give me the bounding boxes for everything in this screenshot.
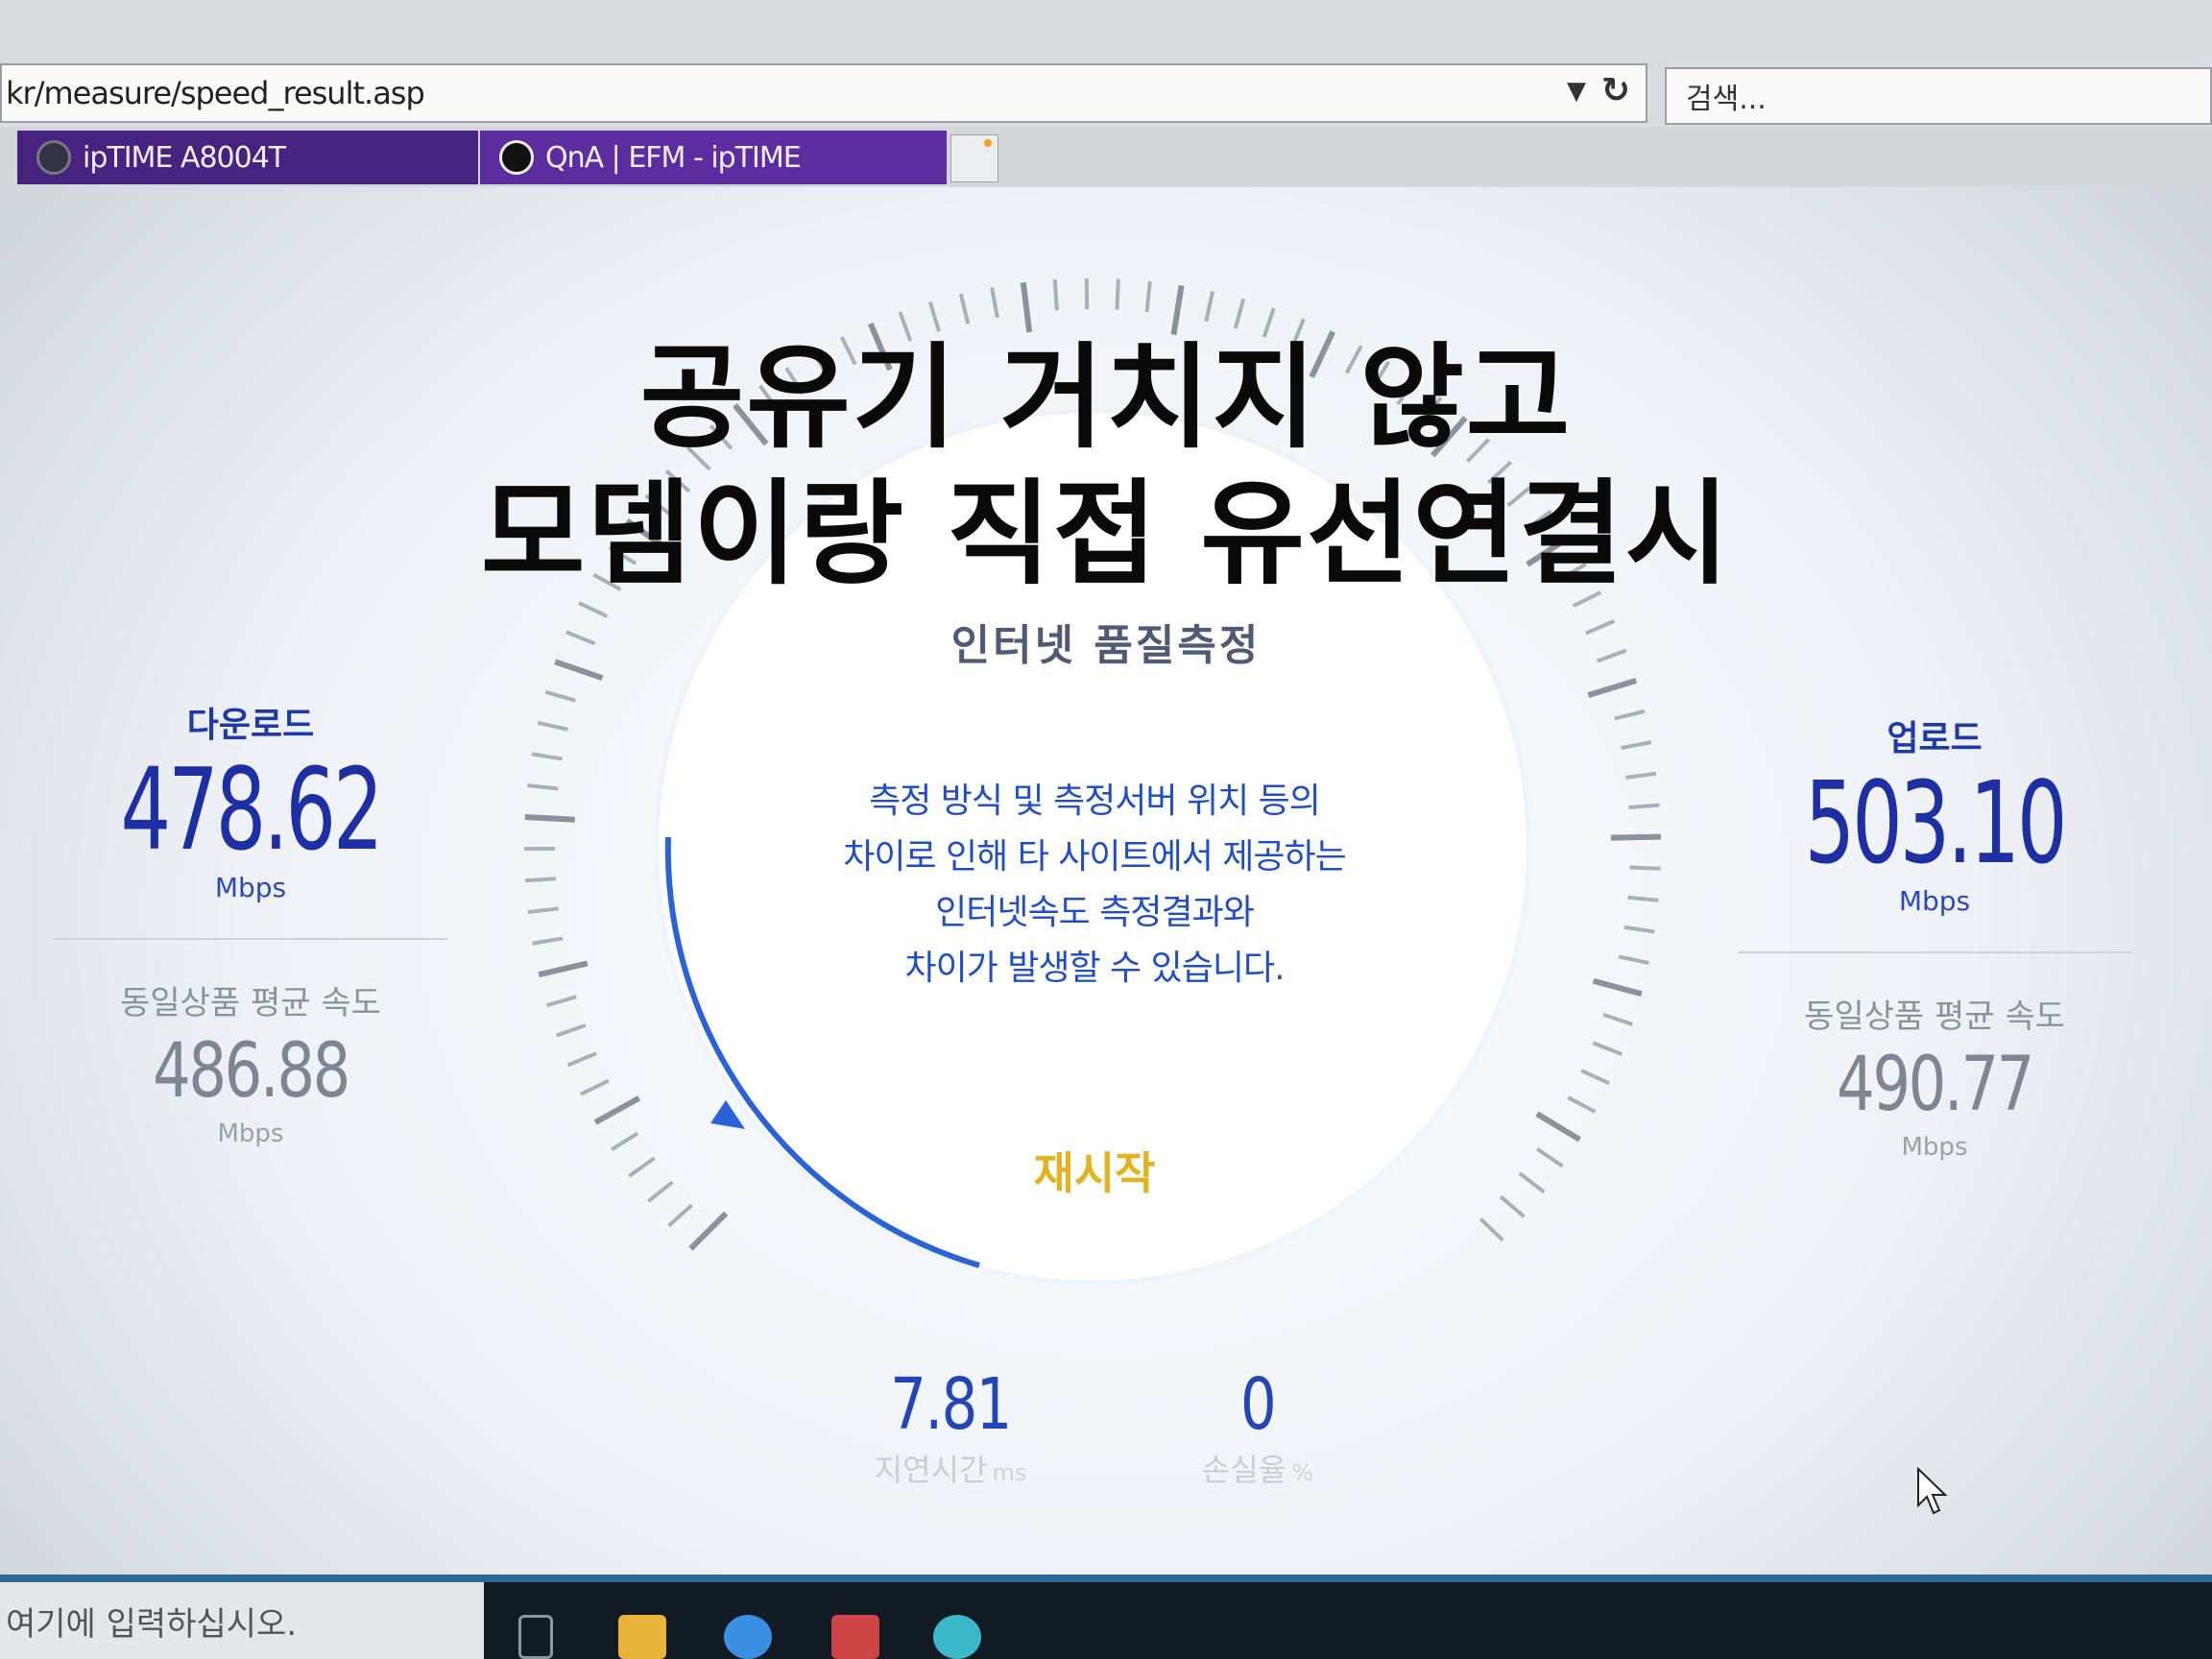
- restart-button[interactable]: 재시작: [998, 1139, 1190, 1200]
- gauge-tick: [1536, 1147, 1564, 1168]
- download-panel: 다운로드 478.62 Mbps 동일상품 평균 속도 486.88 Mbps: [54, 697, 447, 1148]
- gauge-tick: [1580, 1069, 1611, 1086]
- upload-label: 업로드: [1887, 719, 1983, 758]
- loss-value: 0: [1239, 1363, 1277, 1446]
- download-label: 다운로드: [186, 706, 315, 745]
- gauge-tick: [1625, 771, 1657, 780]
- gauge-tick: [537, 720, 568, 732]
- mouse-cursor-icon: [1917, 1467, 1948, 1515]
- gauge-tick: [1587, 678, 1638, 698]
- gauge-tick: [1621, 740, 1652, 750]
- latency-metric: 7.81 지연시간 ms: [845, 1363, 1056, 1490]
- gauge-tick: [628, 1156, 656, 1178]
- loss-label: 손실율: [1201, 1452, 1287, 1488]
- gauge-tick: [1614, 709, 1646, 721]
- gauge-tick: [1610, 833, 1661, 841]
- loss-unit: %: [1291, 1459, 1314, 1486]
- gauge-tick: [524, 877, 557, 883]
- download-value: 478.62: [120, 743, 384, 876]
- gauge-tick: [532, 936, 564, 946]
- gauge-tick: [1518, 1171, 1546, 1194]
- file-explorer-icon[interactable]: [618, 1615, 666, 1659]
- upload-avg-value: 490.77: [1837, 1042, 2034, 1128]
- download-unit: Mbps: [214, 872, 287, 903]
- gauge-tick: [688, 1211, 729, 1251]
- gauge-tick: [610, 1131, 639, 1152]
- gauge-tick: [593, 1095, 641, 1125]
- internet-explorer-icon[interactable]: [724, 1615, 772, 1659]
- gauge-tick: [527, 783, 559, 791]
- taskbar-edge: [0, 1575, 2212, 1582]
- notice-line: 측정 방식 및 측정서버 위치 등의: [869, 781, 1321, 821]
- gauge-tick: [1535, 1111, 1581, 1142]
- gauge-tick: [1628, 803, 1660, 809]
- download-avg-unit: Mbps: [217, 1119, 284, 1148]
- gauge-tick: [1623, 925, 1655, 934]
- gauge-tick: [545, 995, 577, 1008]
- upload-avg-unit: Mbps: [1901, 1133, 1968, 1162]
- caption-line-2: 모뎀이랑 직접 유선연결시: [480, 468, 1732, 600]
- latency-label: 지연시간: [874, 1452, 988, 1488]
- task-view-icon[interactable]: [518, 1615, 553, 1659]
- divider: [54, 938, 447, 940]
- gauge-tick: [566, 1051, 597, 1068]
- gauge-tick: [1627, 895, 1659, 902]
- app-icon[interactable]: [831, 1615, 879, 1659]
- gauge-tick: [524, 814, 575, 823]
- upload-avg-label: 동일상품 평균 속도: [1804, 998, 2065, 1036]
- gauge-tick: [1592, 1041, 1623, 1056]
- divider: [1738, 951, 2131, 953]
- notice-line: 차이가 발생할 수 있습니다.: [904, 949, 1285, 988]
- gauge-tick: [527, 906, 559, 915]
- gauge-tick: [555, 1023, 587, 1038]
- gauge-tick: [1602, 1013, 1634, 1026]
- taskbar-search-placeholder: 여기에 입력하십시오.: [6, 1604, 298, 1644]
- latency-value: 7.81: [890, 1363, 1012, 1446]
- gauge-title: 인터넷 품질측정: [950, 621, 1262, 670]
- loss-metric: 0 손실율 %: [1162, 1363, 1354, 1490]
- latency-unit: ms: [992, 1459, 1027, 1486]
- measurement-notice: 측정 방식 및 측정서버 위치 등의 차이로 인해 타 사이트에서 제공하는 인…: [768, 774, 1421, 997]
- gauge-tick: [1479, 1217, 1504, 1242]
- gauge-tick: [1567, 1095, 1597, 1114]
- gauge-tick: [1629, 865, 1661, 871]
- download-avg-value: 486.88: [153, 1028, 350, 1115]
- gauge-tick: [580, 1078, 610, 1096]
- upload-unit: Mbps: [1898, 885, 1971, 917]
- notice-line: 인터넷속도 측정결과와: [935, 893, 1255, 932]
- upload-value: 503.10: [1804, 757, 2068, 889]
- gauge-tick: [667, 1203, 693, 1228]
- gauge-tick: [647, 1180, 674, 1203]
- gauge-tick: [531, 752, 563, 761]
- taskbar: 여기에 입력하십시오.: [0, 1575, 2212, 1659]
- store-icon[interactable]: [933, 1615, 981, 1659]
- gauge-tick: [544, 689, 576, 703]
- taskbar-search-input[interactable]: 여기에 입력하십시오.: [0, 1582, 484, 1659]
- gauge-tick: [1592, 977, 1643, 998]
- gauge-tick: [1618, 954, 1649, 966]
- upload-panel: 업로드 503.10 Mbps 동일상품 평균 속도 490.77 Mbps: [1738, 710, 2131, 1162]
- gauge-tick: [1499, 1194, 1526, 1218]
- download-avg-label: 동일상품 평균 속도: [120, 984, 381, 1022]
- gauge-tick: [538, 960, 589, 978]
- notice-line: 차이로 인해 타 사이트에서 제공하는: [843, 837, 1347, 877]
